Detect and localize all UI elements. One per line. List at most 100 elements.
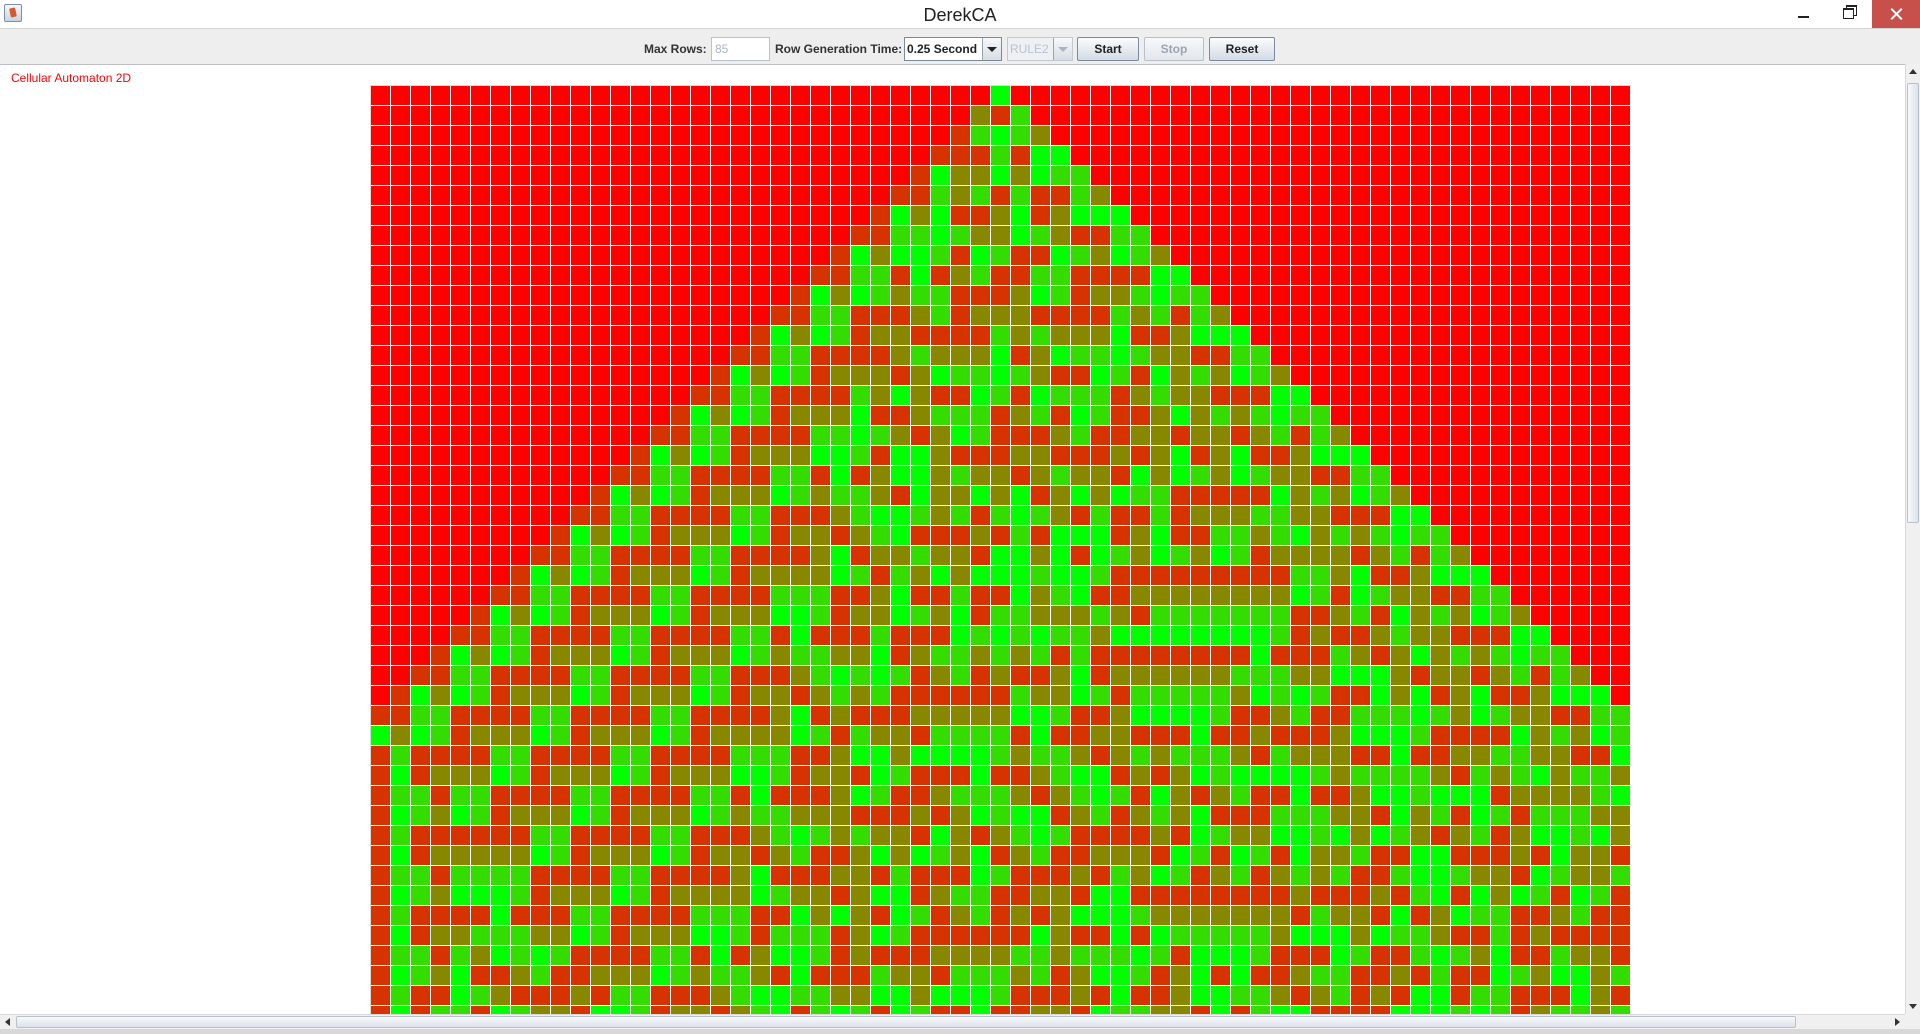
ca-cell: [691, 746, 710, 765]
start-button[interactable]: Start: [1077, 37, 1139, 61]
ca-cell: [1551, 886, 1570, 905]
ca-cell: [1131, 946, 1150, 965]
ca-cell: [1371, 926, 1390, 945]
ca-cell: [451, 206, 470, 225]
ca-cell: [1511, 986, 1530, 1005]
ca-cell: [1591, 386, 1610, 405]
ca-cell: [951, 466, 970, 485]
ca-cell: [431, 946, 450, 965]
ca-cell: [551, 666, 570, 685]
row-generation-time-select[interactable]: 0.25 Second: [904, 37, 1002, 61]
ca-cell: [1471, 546, 1490, 565]
ca-cell: [1051, 706, 1070, 725]
max-rows-label: Max Rows:: [644, 42, 707, 56]
ca-cell: [571, 746, 590, 765]
ca-cell: [1411, 246, 1430, 265]
minimize-button[interactable]: [1780, 0, 1826, 28]
ca-cell: [1351, 646, 1370, 665]
ca-cell: [1351, 286, 1370, 305]
ca-cell: [1471, 566, 1490, 585]
ca-cell: [1531, 466, 1550, 485]
ca-cell: [1491, 766, 1510, 785]
ca-cell: [871, 966, 890, 985]
ca-cell: [1271, 666, 1290, 685]
horizontal-scrollbar[interactable]: [0, 1014, 1905, 1030]
ca-cell: [1411, 966, 1430, 985]
ca-cell: [631, 366, 650, 385]
ca-cell: [1151, 946, 1170, 965]
ca-cell: [531, 926, 550, 945]
scroll-left-arrow-icon[interactable]: [0, 1015, 16, 1030]
ca-cell: [951, 146, 970, 165]
ca-cell: [1191, 426, 1210, 445]
ca-cell: [751, 146, 770, 165]
scroll-right-arrow-icon[interactable]: [1889, 1015, 1905, 1030]
ca-cell: [1571, 826, 1590, 845]
ca-cell: [771, 646, 790, 665]
ca-cell: [711, 766, 730, 785]
window-bottom-edge: [0, 1029, 1920, 1034]
ca-cell: [1451, 466, 1470, 485]
maximize-button[interactable]: [1826, 0, 1872, 28]
ca-cell: [1091, 566, 1110, 585]
ca-cell: [1371, 766, 1390, 785]
ca-cell: [411, 746, 430, 765]
ca-cell: [911, 206, 930, 225]
ca-cell: [1231, 86, 1250, 105]
ca-cell: [1331, 306, 1350, 325]
ca-cell: [1351, 586, 1370, 605]
vertical-scroll-thumb[interactable]: [1907, 83, 1919, 523]
scroll-up-arrow-icon[interactable]: [1906, 64, 1920, 80]
ca-cell: [1311, 366, 1330, 385]
ca-cell: [1371, 466, 1390, 485]
ca-cell: [1511, 766, 1530, 785]
ca-cell: [831, 926, 850, 945]
ca-cell: [991, 446, 1010, 465]
ca-cell: [451, 686, 470, 705]
ca-cell: [1531, 306, 1550, 325]
ca-cell: [791, 126, 810, 145]
ca-cell: [1411, 186, 1430, 205]
ca-cell: [1151, 826, 1170, 845]
horizontal-scroll-thumb[interactable]: [16, 1016, 1796, 1028]
ca-cell: [1591, 906, 1610, 925]
ca-cell: [1311, 326, 1330, 345]
vertical-scrollbar[interactable]: [1905, 64, 1920, 1014]
ca-cell: [411, 246, 430, 265]
ca-cell: [411, 386, 430, 405]
ca-cell: [1151, 886, 1170, 905]
ca-cell: [1091, 306, 1110, 325]
ca-cell: [871, 306, 890, 325]
ca-cell: [371, 906, 390, 925]
scroll-down-arrow-icon[interactable]: [1906, 998, 1920, 1014]
ca-cell: [1071, 106, 1090, 125]
ca-cell: [451, 106, 470, 125]
ca-cell: [1191, 746, 1210, 765]
ca-cell: [1571, 546, 1590, 565]
ca-cell: [851, 886, 870, 905]
ca-cell: [1451, 906, 1470, 925]
ca-cell: [751, 786, 770, 805]
ca-cell: [531, 426, 550, 445]
ca-cell: [1351, 746, 1370, 765]
max-rows-input[interactable]: 85: [711, 37, 770, 61]
ca-cell: [871, 406, 890, 425]
ca-cell: [1551, 486, 1570, 505]
ca-cell: [1351, 86, 1370, 105]
ca-cell: [651, 386, 670, 405]
ca-cell: [671, 826, 690, 845]
reset-button[interactable]: Reset: [1209, 37, 1275, 61]
ca-cell: [711, 306, 730, 325]
ca-cell: [1411, 906, 1430, 925]
ca-cell: [511, 146, 530, 165]
close-button[interactable]: [1872, 0, 1920, 28]
ca-cell: [1171, 806, 1190, 825]
ca-cell: [1311, 646, 1330, 665]
ca-cell: [1491, 466, 1510, 485]
dropdown-arrow-icon[interactable]: [982, 38, 1001, 60]
ca-cell: [371, 466, 390, 485]
ca-cell: [1251, 126, 1270, 145]
ca-cell: [671, 946, 690, 965]
ca-cell: [1551, 346, 1570, 365]
ca-cell: [411, 106, 430, 125]
